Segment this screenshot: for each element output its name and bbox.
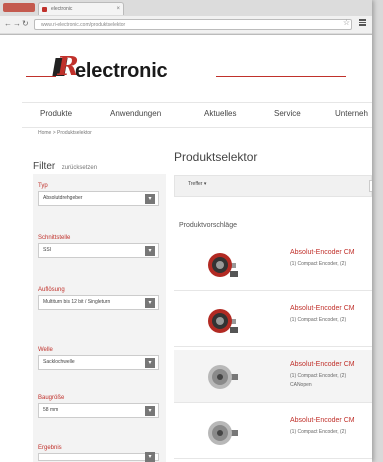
filter-select[interactable]: Sacklochwelle ▾: [38, 355, 159, 370]
forward-icon[interactable]: →: [13, 19, 21, 29]
logo-line: [216, 76, 346, 77]
filter-label: Typ: [38, 183, 48, 189]
tab-title: electronic: [51, 6, 73, 12]
dropdown-icon[interactable]: ▾: [145, 193, 155, 204]
product-row[interactable]: Absolut-Encoder CM (1) Compact Encoder, …: [174, 238, 372, 291]
reload-icon[interactable]: ↻: [22, 19, 29, 29]
filter-sidebar: Typ Absolutdrehgeber ▾ Schnittstelle SSI…: [33, 174, 166, 462]
filter-baugroesse: Baugröße 58 mm ▾: [38, 394, 159, 418]
product-description: (1) Compact Encoder, (2): [290, 373, 347, 379]
filter-select[interactable]: SSI ▾: [38, 243, 159, 258]
product-row[interactable]: Absolut-Encoder CM (1) Compact Encoder, …: [174, 406, 372, 459]
address-bar[interactable]: www.ri-electronic.com/produktselektor: [34, 19, 352, 30]
red-encoder-icon: [208, 253, 238, 277]
filter-value: Multiturn bis 12 bit / Singleturn: [43, 299, 111, 305]
nav-item-anwendungen[interactable]: Anwendungen: [110, 109, 161, 118]
filter-label: Schnittstelle: [38, 235, 71, 241]
breadcrumb[interactable]: Home > Produktselektor: [38, 130, 92, 136]
filter-ergebnis: Ergebnis ▾: [38, 444, 159, 462]
page-title: Produktselektor: [174, 150, 258, 164]
filter-value: 58 mm: [43, 407, 59, 413]
filter-label: Ergebnis: [38, 445, 62, 451]
dropdown-icon[interactable]: ▾: [145, 245, 155, 256]
filter-welle: Welle Sacklochwelle ▾: [38, 346, 159, 370]
back-icon[interactable]: ←: [4, 19, 12, 29]
nav-item-unternehmen[interactable]: Unterneh: [335, 109, 368, 118]
dropdown-icon[interactable]: ▾: [145, 297, 155, 308]
results-filterbar: Treffer ▾ Se: [174, 175, 372, 197]
filter-select[interactable]: 58 mm ▾: [38, 403, 159, 418]
dropdown-icon[interactable]: ▾: [145, 452, 155, 462]
product-title[interactable]: Absolut-Encoder CM: [290, 305, 355, 312]
window-controls[interactable]: [3, 3, 35, 12]
filter-label: Baugröße: [38, 395, 65, 401]
menu-icon[interactable]: [359, 19, 366, 26]
filter-select[interactable]: Absolutdrehgeber ▾: [38, 191, 159, 206]
nav-item-aktuelles[interactable]: Aktuelles: [204, 109, 236, 118]
filter-label: Welle: [38, 347, 53, 353]
browser-tab[interactable]: electronic ×: [38, 2, 124, 15]
product-description: (1) Compact Encoder, (2): [290, 429, 347, 435]
favicon-icon: [42, 7, 47, 12]
close-tab-icon[interactable]: ×: [116, 3, 120, 15]
browser-window: electronic × ← → ↻ www.ri-electronic.com…: [0, 0, 372, 462]
product-title[interactable]: Absolut-Encoder CM: [290, 417, 355, 424]
filter-value: Absolutdrehgeber: [43, 195, 83, 201]
filter-title: Filter: [33, 161, 56, 172]
results-mini-select[interactable]: Se: [369, 180, 372, 192]
browser-frame: electronic × ← → ↻ www.ri-electronic.com…: [0, 0, 372, 35]
product-title[interactable]: Absolut-Encoder CM: [290, 361, 355, 368]
logo-line: [26, 76, 56, 77]
filter-reset-link[interactable]: zurücksetzen: [62, 165, 97, 171]
filter-select[interactable]: Multiturn bis 12 bit / Singleturn ▾: [38, 295, 159, 310]
product-description: (1) Compact Encoder, (2): [290, 261, 347, 267]
bookmark-star-icon[interactable]: ☆: [343, 18, 350, 27]
logo-text[interactable]: electronic: [75, 61, 168, 81]
site-header: R electronic: [0, 34, 372, 96]
nav-item-produkte[interactable]: Produkte: [40, 109, 72, 118]
dropdown-icon[interactable]: ▾: [145, 357, 155, 368]
filter-label: Auflösung: [38, 287, 65, 293]
filter-select[interactable]: ▾: [38, 452, 159, 462]
filter-heading: Filter zurücksetzen: [33, 156, 97, 174]
red-encoder-icon: [208, 309, 238, 333]
product-description: (1) Compact Encoder, (2): [290, 317, 347, 323]
product-description: CANopen: [290, 382, 312, 388]
silver-encoder-icon: [208, 365, 238, 389]
main-navigation: Produkte Anwendungen Aktuelles Service U…: [22, 102, 372, 128]
product-row[interactable]: Absolut-Encoder CM (1) Compact Encoder, …: [174, 350, 372, 403]
silver-encoder-icon: [208, 421, 238, 445]
product-row[interactable]: Absolut-Encoder CM (1) Compact Encoder, …: [174, 294, 372, 347]
product-title[interactable]: Absolut-Encoder CM: [290, 249, 355, 256]
dropdown-icon[interactable]: ▾: [145, 405, 155, 416]
browser-toolbar: ← → ↻ www.ri-electronic.com/produktselek…: [0, 16, 372, 33]
nav-item-service[interactable]: Service: [274, 109, 301, 118]
filter-value: SSI: [43, 247, 52, 253]
results-sort-select[interactable]: Treffer ▾: [188, 181, 206, 187]
filter-value: Sacklochwelle: [43, 359, 75, 365]
filter-typ: Typ Absolutdrehgeber ▾: [38, 182, 159, 206]
filter-schnittstelle: Schnittstelle SSI ▾: [38, 234, 159, 258]
filter-aufloesung: Auflösung Multiturn bis 12 bit / Singlet…: [38, 286, 159, 310]
suggestions-heading: Produktvorschläge: [179, 222, 237, 229]
